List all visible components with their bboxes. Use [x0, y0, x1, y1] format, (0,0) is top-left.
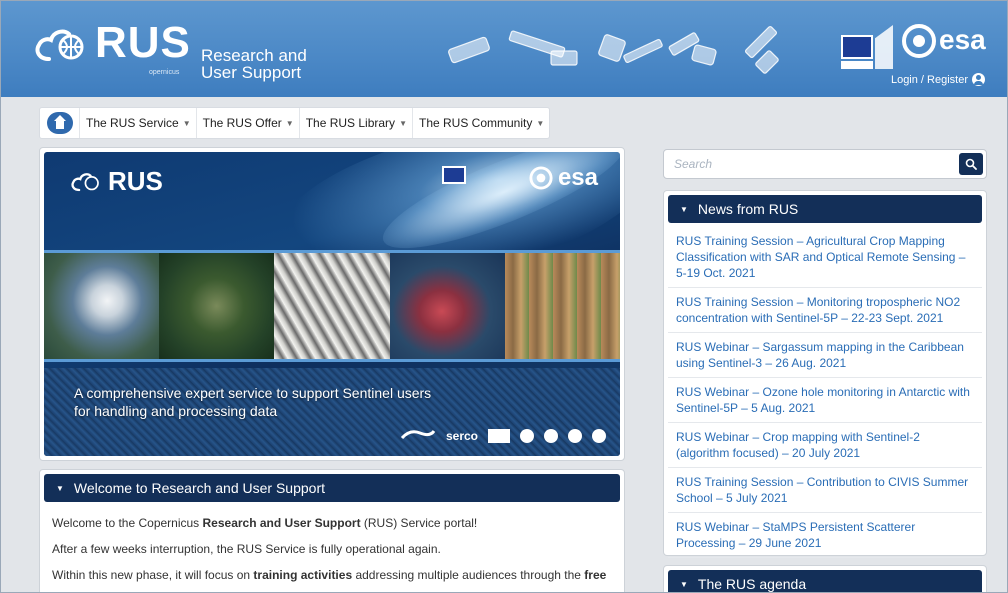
page: RUS opernicus Research and User Support [0, 0, 1008, 593]
partner-logo-dot [520, 428, 534, 443]
nav-item-label[interactable]: The RUS Community [419, 116, 532, 130]
user-icon[interactable] [972, 73, 985, 86]
news-link[interactable]: RUS Webinar – StaMPS Persistent Scattere… [668, 513, 982, 558]
nav-item-rus-offer[interactable]: The RUS Offer ▼ [197, 108, 300, 138]
welcome-panel: ▼ Welcome to Research and User Support W… [39, 469, 625, 592]
partner-logo-dot [544, 428, 558, 443]
nav-home[interactable] [40, 108, 80, 138]
rus-cloud-icon[interactable] [33, 23, 89, 67]
nav-item-label[interactable]: The RUS Offer [203, 116, 282, 130]
partner-logo-cs [400, 427, 436, 444]
agenda-panel: ▼ The RUS agenda [663, 565, 987, 592]
partner-logos: serco [400, 427, 606, 444]
hero-satellite-tiles [44, 250, 620, 362]
caret-down-icon: ▼ [680, 579, 688, 589]
esa-logo-icon [902, 24, 936, 58]
satellite-icon [448, 25, 779, 74]
hero-caption: A comprehensive expert service to suppor… [74, 384, 431, 420]
site-header: RUS opernicus Research and User Support [1, 1, 1007, 97]
hero-esa-logo: esa [528, 164, 598, 192]
partner-logo-dot [568, 428, 582, 443]
hero-esa-text: esa [557, 164, 598, 191]
welcome-bold-text: training activities [253, 568, 353, 582]
welcome-text: Within this new phase, it will focus on [52, 568, 254, 582]
nav-item-rus-library[interactable]: The RUS Library ▼ [300, 108, 413, 138]
caret-down-icon: ▼ [680, 204, 688, 214]
news-heading: News from RUS [697, 201, 799, 217]
welcome-heading: Welcome to Research and User Support [73, 480, 326, 496]
tile-hurricane [44, 253, 160, 359]
cs-logo-icon [400, 430, 436, 440]
welcome-paragraph-3: Within this new phase, it will focus on … [52, 568, 620, 582]
partner-logo-serco: serco [445, 428, 478, 443]
tile-mountains [274, 253, 390, 359]
site-title-text: Research and User Support [201, 46, 307, 82]
news-link[interactable]: RUS Webinar – Sargassum mapping in the C… [668, 333, 982, 378]
welcome-bold-text: Research and User Support [202, 516, 361, 530]
esa-logo-text[interactable]: esa [939, 23, 986, 57]
rus-cloud-icon [71, 172, 99, 191]
tile-volcano [159, 253, 275, 359]
news-link[interactable]: RUS Webinar – Ozone hole monitoring in A… [668, 378, 982, 423]
news-panel-header[interactable]: ▼ News from RUS [668, 195, 982, 223]
welcome-paragraph-1: Welcome to the Copernicus Research and U… [52, 516, 620, 530]
nav-item-rus-service[interactable]: The RUS Service ▼ [80, 108, 197, 138]
esa-logo-icon [529, 166, 553, 190]
welcome-text: addressing multiple audiences through th… [352, 568, 585, 582]
main-nav: The RUS Service ▼ The RUS Offer ▼ The RUS … [39, 107, 551, 139]
nav-item-label[interactable]: The RUS Service [86, 116, 179, 130]
news-link[interactable]: RUS Training Session – Agricultural Crop… [668, 227, 982, 288]
partner-logo-dot [592, 428, 606, 443]
search-icon[interactable] [965, 158, 977, 170]
agenda-heading: The RUS agenda [697, 576, 807, 592]
login-register-link[interactable]: Login / Register [891, 73, 985, 86]
caret-down-icon: ▼ [56, 483, 64, 493]
tile-fields [504, 253, 620, 359]
welcome-bold-text: free [584, 568, 607, 582]
caret-down-icon: ▼ [182, 118, 191, 128]
brand-name[interactable]: RUS [95, 21, 191, 65]
login-register-label[interactable]: Login / Register [891, 74, 968, 86]
hero-banner[interactable]: RUS esa A comprehensive expert service t… [39, 147, 625, 461]
site-title: Research and User Support [201, 47, 311, 81]
search-input[interactable] [664, 150, 954, 178]
hero-caption-line: for handling and processing data [74, 403, 278, 419]
hero-brand-text: RUS [108, 166, 163, 196]
search-box [663, 149, 987, 179]
home-icon[interactable] [46, 112, 73, 134]
brand-subtext: opernicus [149, 69, 180, 76]
eu-flag-icon [841, 35, 873, 59]
nav-item-label[interactable]: The RUS Library [306, 116, 395, 130]
eu-commission-label [841, 61, 873, 69]
tile-river-delta [389, 253, 505, 359]
welcome-paragraph-2: After a few weeks interruption, the RUS … [52, 542, 441, 556]
caret-down-icon: ▼ [399, 118, 407, 128]
agenda-panel-header[interactable]: ▼ The RUS agenda [668, 570, 982, 592]
welcome-panel-header[interactable]: ▼ Welcome to Research and User Support [44, 474, 620, 502]
news-link[interactable]: RUS Webinar – Crop mapping with Sentinel… [668, 423, 982, 468]
welcome-text: (RUS) Service portal! [360, 516, 478, 530]
caret-down-icon: ▼ [536, 118, 545, 128]
hero-image: RUS esa A comprehensive expert service t… [44, 152, 620, 456]
hero-rus-logo: RUS [70, 166, 163, 197]
news-link[interactable]: RUS Training Session – Monitoring tropos… [668, 288, 982, 333]
hero-caption-line: A comprehensive expert service to suppor… [74, 385, 432, 401]
nav-item-rus-community[interactable]: The RUS Community ▼ [413, 108, 549, 138]
welcome-text: Welcome to the Copernicus [52, 516, 203, 530]
news-panel: ▼ News from RUS RUS Training Session – A… [663, 190, 987, 592]
partner-logo-noveltis [488, 428, 510, 443]
news-link[interactable]: RUS Training Session – Contribution to C… [668, 468, 982, 513]
eu-wing-decoration [875, 25, 893, 69]
search-button[interactable] [959, 153, 983, 175]
caret-down-icon: ▼ [285, 118, 294, 128]
eu-flag-icon [442, 166, 466, 184]
